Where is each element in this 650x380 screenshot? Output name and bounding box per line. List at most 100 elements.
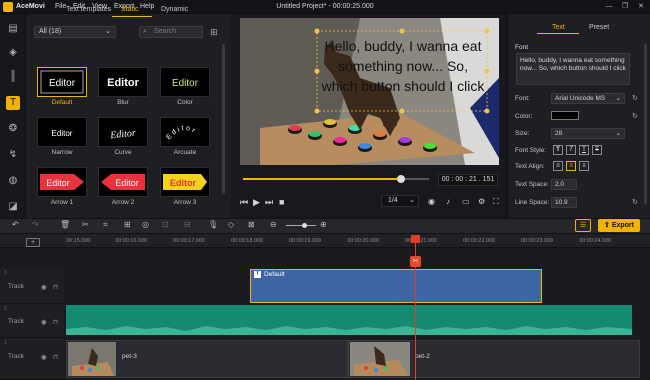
zoom-slider-knob[interactable] [302,223,307,228]
track-name: Track [8,353,25,360]
template-default[interactable]: Editor [37,67,87,97]
marker-icon[interactable]: ◎ [142,220,149,229]
delete-icon[interactable]: 🗑 [60,220,70,229]
lock-icon[interactable]: ⊓ [53,318,58,326]
speed-icon[interactable]: ⊟ [184,220,191,229]
effects-icon[interactable]: ❂ [6,122,20,136]
prev-frame-icon[interactable]: ⏮ [240,197,248,208]
filter-value: All (18) [39,28,62,35]
text-content-input[interactable]: Hello, buddy, I wanna eat something now.… [516,53,630,85]
template-curve[interactable]: Editor [98,117,148,147]
play-icon[interactable]: ▶ [253,197,260,208]
fullscreen-icon[interactable]: ⛶ [493,197,499,207]
redo-icon[interactable]: ↷ [32,220,39,229]
minimize-button[interactable]: — [602,2,616,12]
filters-icon[interactable]: ◍ [6,174,20,188]
text-space-input[interactable]: 2.0 [551,179,577,190]
preview-ratio-select[interactable]: 1/4 ⌄ [381,195,419,207]
reset-icon[interactable]: ↻ [632,198,638,206]
line-space-input[interactable]: 10.9 [551,197,577,208]
svg-text:Editor: Editor [49,78,76,89]
split-marker-icon[interactable]: ✂ [410,256,421,267]
eye-icon[interactable]: ◉ [41,318,47,326]
fit-icon[interactable]: ⊠ [248,220,255,229]
layers-icon[interactable]: ◈ [6,46,20,60]
export-button[interactable]: ⇪ Export [598,219,640,232]
color-swatch[interactable] [551,111,579,120]
track-name: Track [8,283,25,290]
template-arcuate[interactable]: Editor [160,117,210,147]
template-label: Arcuate [173,149,197,156]
snapshot-icon[interactable]: ◉ [428,197,435,206]
eye-icon[interactable]: ◉ [41,283,47,291]
tab-text[interactable]: Text [552,24,565,31]
size-select[interactable]: 28 ⌄ [551,128,625,139]
preview-canvas[interactable]: Hello, buddy, I wanna eat something now.… [240,18,499,165]
template-blur[interactable]: Editor [98,67,148,97]
template-narrow[interactable]: Editor [37,117,87,147]
eye-icon[interactable]: ◉ [41,353,47,361]
template-arrow-3[interactable]: Editor [160,167,210,197]
undo-icon[interactable]: ↶ [12,220,19,229]
bold-button[interactable]: T [553,145,563,155]
zoom-out-icon[interactable]: ⊖ [270,220,277,229]
reset-icon[interactable]: ↻ [632,112,638,120]
lock-icon[interactable]: ⊓ [53,283,58,291]
freeze-icon[interactable]: ⊡ [162,220,169,229]
template-color[interactable]: Editor [160,67,210,97]
crop-icon[interactable]: ⌗ [103,220,108,230]
shield-icon[interactable]: ◇ [228,220,234,229]
tab-static[interactable]: Static [121,6,139,13]
template-arrow-3-preview: Editor [163,174,207,190]
settings-icon[interactable]: ⚙ [478,197,485,206]
transitions-icon[interactable]: ↯ [6,148,20,162]
reset-icon[interactable]: ↻ [632,94,638,102]
zoom-slider-track[interactable] [286,225,316,226]
properties-scrollbar[interactable] [644,44,647,204]
filter-select[interactable]: All (18) ⌄ [34,26,116,38]
tab-text-templates[interactable]: Text templates [66,6,111,13]
tab-preset[interactable]: Preset [589,24,609,31]
microphone-icon[interactable]: 🎙 [208,220,218,229]
active-tab-indicator [537,33,579,34]
tab-dynamic[interactable]: Dynamic [161,6,188,13]
video-clip[interactable]: pet-3 [66,340,348,378]
svg-text:Editor: Editor [115,178,139,188]
align-center-button[interactable]: ≡ [566,161,576,171]
lock-icon[interactable]: ⊓ [53,353,58,361]
add-track-button[interactable]: + [26,238,40,247]
cut-icon[interactable]: ✂ [82,220,89,229]
align-left-button[interactable]: ≡ [553,161,563,171]
italic-button[interactable]: T [566,145,576,155]
close-button[interactable]: ✕ [634,2,648,12]
display-icon[interactable]: ▭ [462,197,470,206]
font-select[interactable]: Arial Unicode MS ⌄ [551,93,625,104]
volume-icon[interactable]: ♪ [446,197,450,206]
timeline-settings-button[interactable]: ☰ [575,219,591,232]
stop-icon[interactable]: ■ [279,197,284,207]
align-right-button[interactable]: ≡ [579,161,589,171]
video-clip[interactable]: pet-2 [348,340,640,378]
media-icon[interactable]: ▤ [6,22,20,36]
maximize-button[interactable]: ❐ [618,2,632,12]
elements-icon[interactable]: ◪ [6,200,20,214]
template-arrow-2[interactable]: Editor [98,167,148,197]
text-icon[interactable]: T [6,96,20,110]
library-scrollbar[interactable] [222,44,225,194]
template-arrow-1[interactable]: Editor [37,167,87,197]
text-clip-label: Default [264,271,285,278]
split-icon[interactable]: ⊞ [124,220,131,229]
track-number: 2 [4,306,7,312]
audio-icon[interactable]: ║ [6,70,20,84]
text-clip[interactable] [250,269,542,303]
zoom-in-icon[interactable]: ⊕ [320,220,327,229]
overlay-text[interactable]: Hello, buddy, I wanna eat something now.… [320,36,486,96]
template-arcuate-preview: Editor [165,125,195,141]
underline-button[interactable]: T [579,145,589,155]
tick-label: 00:00:20.000 [347,238,380,244]
audio-clip[interactable] [66,305,632,335]
grid-view-icon[interactable]: ⊞ [210,27,218,38]
next-frame-icon[interactable]: ⏭ [265,197,273,208]
search-input[interactable]: ⌕ Search [139,26,203,38]
strikethrough-button[interactable]: T [592,145,602,155]
